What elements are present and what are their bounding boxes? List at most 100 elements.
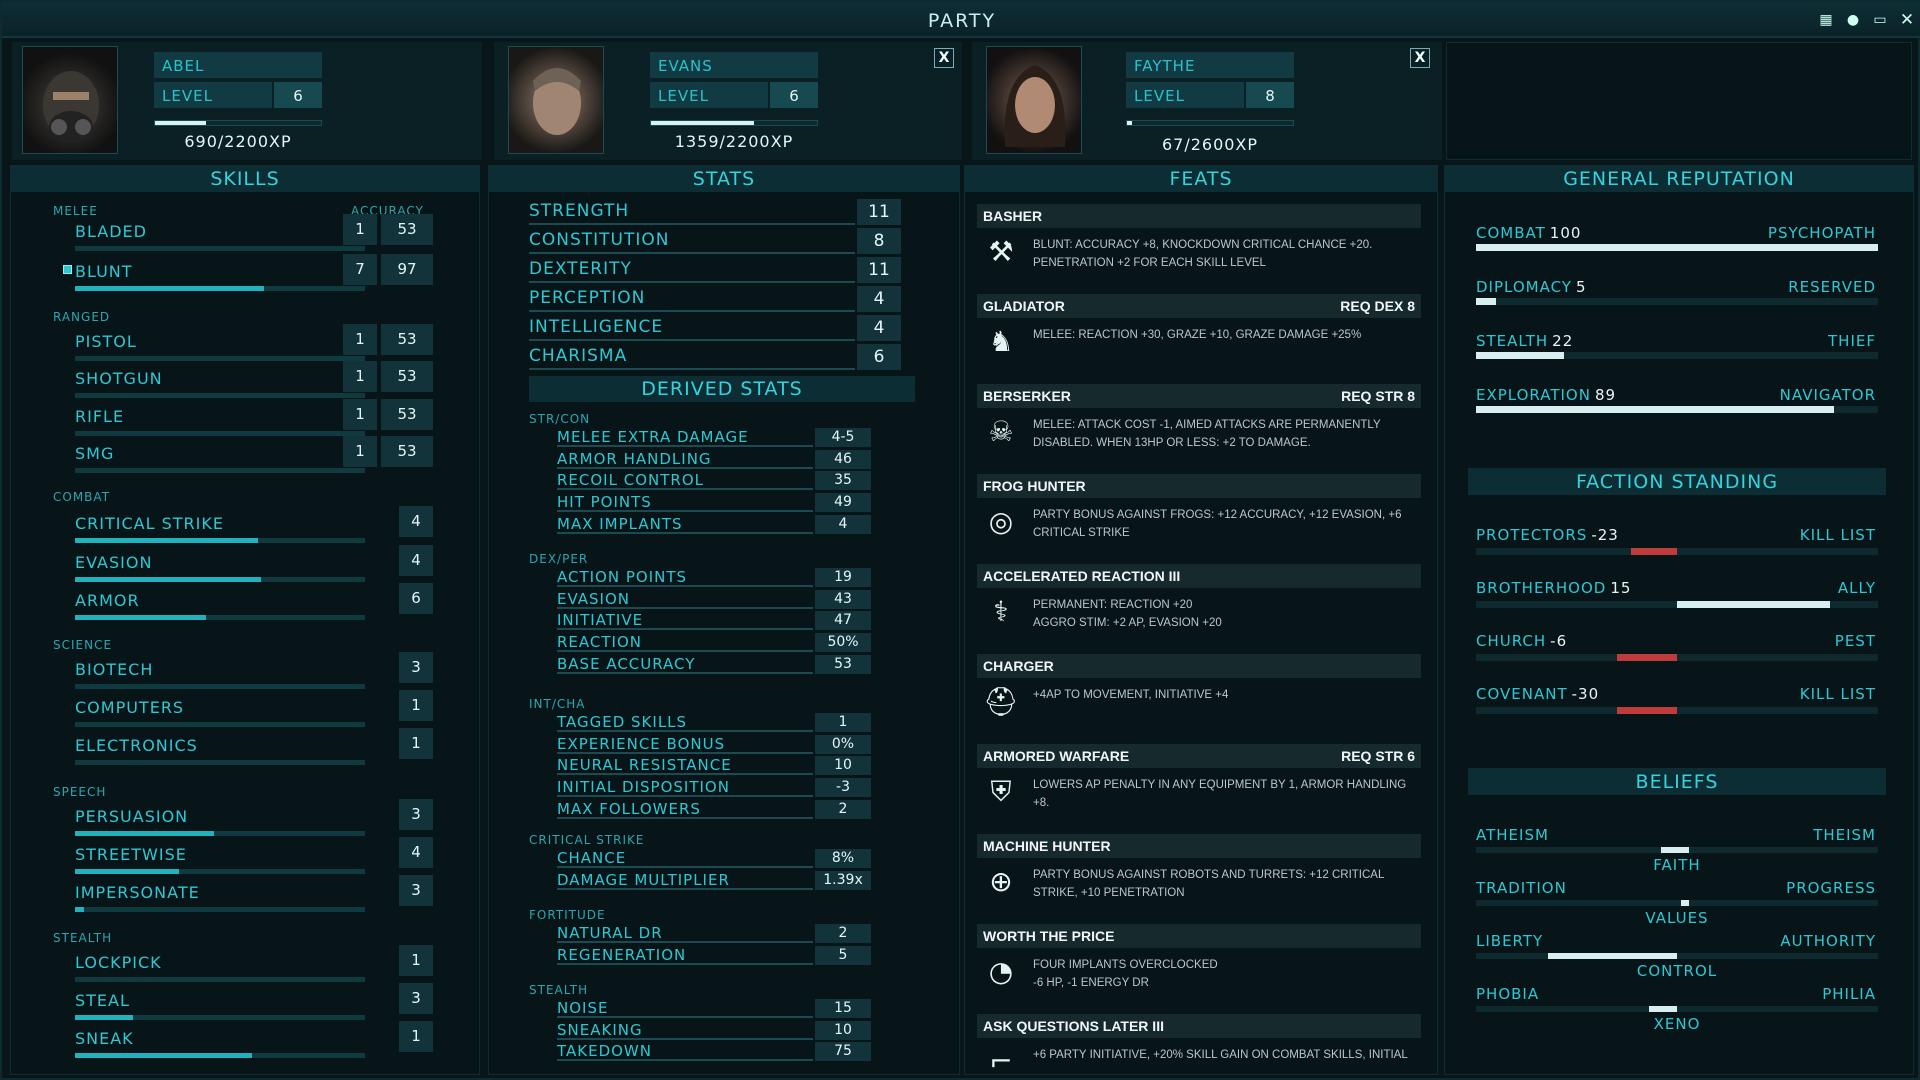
stat-value: 4	[857, 315, 901, 341]
section-label: STEALTH	[53, 931, 113, 945]
skill-progress-bar	[75, 722, 365, 727]
derived-group-label: STEALTH	[529, 983, 589, 997]
feat-title: BERSERKER REQ STR 8	[977, 384, 1421, 408]
feat-requirement: REQ STR 6	[1341, 748, 1415, 764]
faction-label: PROTECTORS -23	[1476, 526, 1619, 544]
level-value: 6	[770, 82, 818, 108]
faction-bar-fill	[1616, 654, 1677, 661]
stat-label: CONSTITUTION	[529, 228, 855, 254]
skill-level-value: 3	[399, 652, 433, 683]
derived-stat-value: 0%	[815, 734, 871, 754]
reputation-label: DIPLOMACY 5	[1476, 278, 1587, 296]
derived-stat-label: HIT POINTS	[557, 493, 813, 513]
feat-card[interactable]: ARMORED WARFARE REQ STR 6 ⛨ LOWERS AP PENAL…	[977, 744, 1421, 828]
tagged-skill-icon[interactable]	[63, 265, 72, 274]
skill-label[interactable]: ARMOR	[75, 591, 140, 610]
skill-label[interactable]: SNEAK	[75, 1029, 134, 1048]
calendar-icon[interactable]: ▦	[1817, 11, 1835, 29]
character-card-abel[interactable]: ABEL LEVEL 6 690/2200XP	[12, 42, 482, 160]
skill-label[interactable]: STEAL	[75, 991, 130, 1010]
feat-card[interactable]: ACCELERATED REACTION III ⚕ PERMANENT: REAC…	[977, 564, 1421, 648]
skill-progress-fill	[75, 1015, 133, 1020]
derived-stat-value: 15	[815, 999, 871, 1018]
portrait-abel[interactable]	[22, 46, 118, 154]
skill-label[interactable]: BLUNT	[75, 262, 133, 281]
feat-card[interactable]: CHARGER ⛑ +4AP TO MOVEMENT, INITIATIVE +4	[977, 654, 1421, 738]
skill-progress-fill	[75, 538, 258, 543]
feat-title: MACHINE HUNTER	[977, 834, 1421, 858]
reputation-label: COMBAT 100	[1476, 224, 1581, 242]
faction-bar-fill	[1616, 707, 1677, 714]
brain-icon[interactable]: ●	[1844, 11, 1862, 29]
gauge-icon: ◔	[988, 955, 1014, 988]
feat-description: PARTY BONUS AGAINST ROBOTS AND TURRETS: …	[1033, 869, 1384, 899]
monitor-icon[interactable]: ▭	[1871, 11, 1889, 29]
feat-card[interactable]: GLADIATOR REQ DEX 8 ♞ MELEE: REACTION +30, …	[977, 294, 1421, 378]
feat-card[interactable]: WORTH THE PRICE ◔ FOUR IMPLANTS OVERCLOCKE…	[977, 924, 1421, 1008]
feat-card[interactable]: BERSERKER REQ STR 8 ☠ MELEE: ATTACK COST -1…	[977, 384, 1421, 468]
skill-level-value: 4	[399, 837, 433, 868]
skill-label[interactable]: LOCKPICK	[75, 953, 162, 972]
empty-slot[interactable]	[1446, 42, 1912, 160]
stat-label: CHARISMA	[529, 344, 855, 370]
feat-card[interactable]: BASHER ⚒ BLUNT: ACCURACY +8, KNOCKDOWN CRI…	[977, 204, 1421, 288]
close-button[interactable]: X	[1410, 48, 1430, 68]
feat-card[interactable]: MACHINE HUNTER ⊕ PARTY BONUS AGAINST ROBOT…	[977, 834, 1421, 918]
skill-level-value: 1	[399, 690, 433, 721]
feat-description: MELEE: ATTACK COST -1, AIMED ATTACKS ARE…	[1033, 419, 1381, 449]
feat-name: WORTH THE PRICE	[983, 928, 1115, 944]
xp-bar-fill	[651, 121, 754, 125]
feat-card[interactable]: FROG HUNTER ◎ PARTY BONUS AGAINST FROGS: +…	[977, 474, 1421, 558]
character-name: EVANS	[650, 52, 818, 78]
derived-stat-value: 75	[815, 1042, 871, 1062]
skill-label[interactable]: PISTOL	[75, 332, 137, 351]
belief-axis-label: FAITH	[1653, 856, 1701, 874]
feat-card[interactable]: ASK QUESTIONS LATER III ⌐ +6 PARTY INITIAT…	[977, 1014, 1421, 1074]
skill-label[interactable]: SMG	[75, 444, 114, 463]
derived-stat-label: ACTION POINTS	[557, 568, 813, 587]
skill-label[interactable]: CRITICAL STRIKE	[75, 514, 224, 533]
skill-label[interactable]: RIFLE	[75, 407, 124, 426]
derived-stat-value: 1.39x	[815, 870, 871, 890]
character-card-evans[interactable]: EVANS LEVEL 6 1359/2200XP X	[494, 42, 962, 160]
section-label: SPEECH	[53, 785, 107, 799]
skill-level-value: 1	[399, 945, 433, 976]
helmet-icon: ⛑	[983, 685, 1019, 718]
derived-stat-value: 5	[815, 945, 871, 965]
feats-list: BASHER ⚒ BLUNT: ACCURACY +8, KNOCKDOWN CRI…	[965, 166, 1439, 1074]
beliefs-header: BELIEFS	[1468, 768, 1886, 795]
skill-label[interactable]: STREETWISE	[75, 845, 187, 864]
close-icon[interactable]: ✕	[1898, 11, 1916, 29]
reputation-title: PSYCHOPATH	[1767, 224, 1876, 242]
skill-accuracy-value: 53	[381, 214, 433, 245]
skill-label[interactable]: ELECTRONICS	[75, 736, 198, 755]
stats-panel: STATS STRENGTH 11 CONSTITUTION 8 DEXTERITY 11…	[488, 165, 960, 1075]
portrait-evans[interactable]	[508, 46, 604, 154]
character-card-faythe[interactable]: FAYTHE LEVEL 8 67/2600XP X	[972, 42, 1442, 160]
skill-accuracy-value: 53	[381, 436, 433, 467]
skill-accuracy-value: 97	[381, 254, 433, 285]
belief-bar-marker	[1681, 900, 1690, 906]
derived-stat-label: TAKEDOWN	[557, 1042, 813, 1062]
window-controls: ▦ ● ▭ ✕	[1817, 11, 1916, 29]
level-value: 8	[1246, 82, 1294, 108]
portrait-faythe[interactable]	[986, 46, 1082, 154]
reputation-header: GENERAL REPUTATION	[1445, 166, 1913, 192]
derived-stat-value: 35	[815, 471, 871, 491]
skill-label[interactable]: EVASION	[75, 553, 152, 572]
skill-label[interactable]: BIOTECH	[75, 660, 153, 679]
derived-stat-label: MELEE EXTRA DAMAGE	[557, 428, 813, 447]
skill-progress-fill	[75, 907, 84, 912]
derived-stat-label: EXPERIENCE BONUS	[557, 735, 813, 754]
skill-label[interactable]: SHOTGUN	[75, 369, 163, 388]
close-button[interactable]: X	[934, 48, 954, 68]
skill-label[interactable]: COMPUTERS	[75, 698, 184, 717]
skill-label[interactable]: BLADED	[75, 222, 147, 241]
skill-label[interactable]: IMPERSONATE	[75, 883, 200, 902]
faction-name: CHURCH	[1476, 632, 1547, 650]
skill-progress-bar	[75, 760, 365, 765]
derived-group-label: CRITICAL STRIKE	[529, 833, 645, 847]
skill-label[interactable]: PERSUASION	[75, 807, 188, 826]
skill-level-value: 3	[399, 983, 433, 1014]
belief-left: PHOBIA	[1476, 985, 1540, 1003]
